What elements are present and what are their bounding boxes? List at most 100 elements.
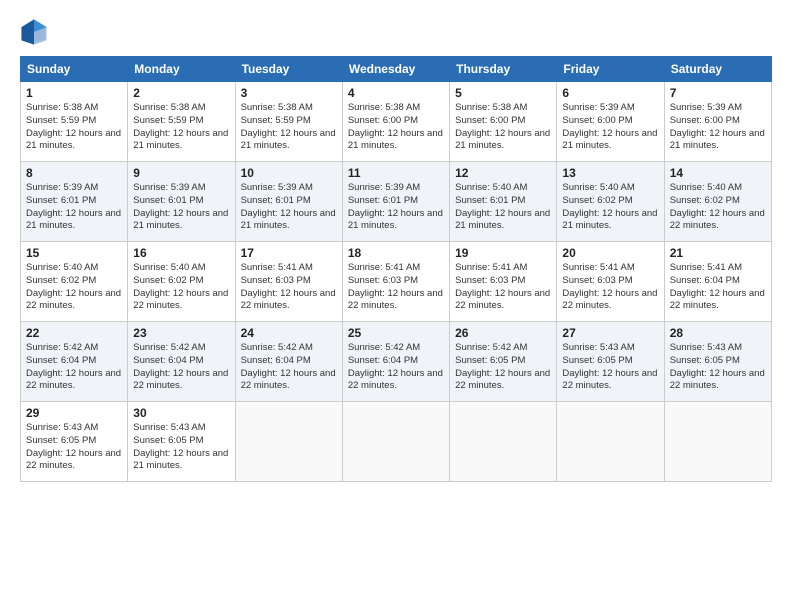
day-cell-12: 12 Sunrise: 5:40 AMSunset: 6:01 PMDayligh… [450, 162, 557, 242]
day-cell-1: 1 Sunrise: 5:38 AMSunset: 5:59 PMDaylight… [21, 82, 128, 162]
day-cell-18: 18 Sunrise: 5:41 AMSunset: 6:03 PMDayligh… [342, 242, 449, 322]
day-cell-3: 3 Sunrise: 5:38 AMSunset: 5:59 PMDaylight… [235, 82, 342, 162]
day-number: 22 [26, 326, 122, 340]
day-cell-13: 13 Sunrise: 5:40 AMSunset: 6:02 PMDayligh… [557, 162, 664, 242]
week-row-2: 8 Sunrise: 5:39 AMSunset: 6:01 PMDaylight… [21, 162, 772, 242]
day-info: Sunrise: 5:39 AMSunset: 6:01 PMDaylight:… [133, 182, 229, 233]
day-number: 2 [133, 86, 229, 100]
day-number: 24 [241, 326, 337, 340]
weekday-saturday: Saturday [664, 57, 771, 82]
day-info: Sunrise: 5:39 AMSunset: 6:01 PMDaylight:… [241, 182, 337, 233]
day-info: Sunrise: 5:43 AMSunset: 6:05 PMDaylight:… [133, 422, 229, 473]
day-number: 5 [455, 86, 551, 100]
day-cell-20: 20 Sunrise: 5:41 AMSunset: 6:03 PMDayligh… [557, 242, 664, 322]
day-cell-14: 14Sunrise: 5:40 AMSunset: 6:02 PMDayligh… [664, 162, 771, 242]
day-number: 28 [670, 326, 766, 340]
empty-cell [557, 402, 664, 482]
day-number: 27 [562, 326, 658, 340]
day-number: 9 [133, 166, 229, 180]
day-info: Sunrise: 5:38 AMSunset: 6:00 PMDaylight:… [348, 102, 444, 153]
day-cell-16: 16 Sunrise: 5:40 AMSunset: 6:02 PMDayligh… [128, 242, 235, 322]
day-info: Sunrise: 5:38 AMSunset: 6:00 PMDaylight:… [455, 102, 551, 153]
day-info: Sunrise: 5:39 AMSunset: 6:00 PMDaylight:… [670, 102, 766, 153]
day-info: Sunrise: 5:42 AMSunset: 6:05 PMDaylight:… [455, 342, 551, 393]
day-number: 30 [133, 406, 229, 420]
empty-cell [235, 402, 342, 482]
day-cell-27: 27 Sunrise: 5:43 AMSunset: 6:05 PMDayligh… [557, 322, 664, 402]
day-info: Sunrise: 5:39 AMSunset: 6:01 PMDaylight:… [26, 182, 122, 233]
day-info: Sunrise: 5:42 AMSunset: 6:04 PMDaylight:… [348, 342, 444, 393]
day-info: Sunrise: 5:41 AMSunset: 6:03 PMDaylight:… [562, 262, 658, 313]
day-info: Sunrise: 5:41 AMSunset: 6:03 PMDaylight:… [455, 262, 551, 313]
day-info: Sunrise: 5:43 AMSunset: 6:05 PMDaylight:… [670, 342, 766, 393]
page: SundayMondayTuesdayWednesdayThursdayFrid… [0, 0, 792, 612]
empty-cell [342, 402, 449, 482]
day-info: Sunrise: 5:43 AMSunset: 6:05 PMDaylight:… [26, 422, 122, 473]
day-number: 10 [241, 166, 337, 180]
day-cell-7: 7 Sunrise: 5:39 AMSunset: 6:00 PMDaylight… [664, 82, 771, 162]
day-number: 7 [670, 86, 766, 100]
day-info: Sunrise: 5:40 AMSunset: 6:02 PMDaylight:… [562, 182, 658, 233]
day-number: 23 [133, 326, 229, 340]
day-number: 25 [348, 326, 444, 340]
day-number: 16 [133, 246, 229, 260]
day-info: Sunrise: 5:42 AMSunset: 6:04 PMDaylight:… [241, 342, 337, 393]
day-number: 29 [26, 406, 122, 420]
day-number: 8 [26, 166, 122, 180]
day-info: Sunrise: 5:38 AMSunset: 5:59 PMDaylight:… [26, 102, 122, 153]
weekday-friday: Friday [557, 57, 664, 82]
day-info: Sunrise: 5:41 AMSunset: 6:03 PMDaylight:… [348, 262, 444, 313]
day-cell-22: 22 Sunrise: 5:42 AMSunset: 6:04 PMDayligh… [21, 322, 128, 402]
day-number: 18 [348, 246, 444, 260]
day-info: Sunrise: 5:42 AMSunset: 6:04 PMDaylight:… [133, 342, 229, 393]
day-number: 21 [670, 246, 766, 260]
day-info: Sunrise: 5:39 AMSunset: 6:00 PMDaylight:… [562, 102, 658, 153]
day-number: 3 [241, 86, 337, 100]
day-info: Sunrise: 5:40 AMSunset: 6:02 PMDaylight:… [26, 262, 122, 313]
day-number: 17 [241, 246, 337, 260]
day-number: 13 [562, 166, 658, 180]
empty-cell [450, 402, 557, 482]
day-cell-24: 24 Sunrise: 5:42 AMSunset: 6:04 PMDayligh… [235, 322, 342, 402]
day-number: 6 [562, 86, 658, 100]
calendar-table: SundayMondayTuesdayWednesdayThursdayFrid… [20, 56, 772, 482]
day-cell-8: 8 Sunrise: 5:39 AMSunset: 6:01 PMDaylight… [21, 162, 128, 242]
week-row-5: 29 Sunrise: 5:43 AMSunset: 6:05 PMDayligh… [21, 402, 772, 482]
day-cell-25: 25 Sunrise: 5:42 AMSunset: 6:04 PMDayligh… [342, 322, 449, 402]
day-info: Sunrise: 5:41 AMSunset: 6:04 PMDaylight:… [670, 262, 766, 313]
day-cell-30: 30 Sunrise: 5:43 AMSunset: 6:05 PMDayligh… [128, 402, 235, 482]
day-cell-9: 9 Sunrise: 5:39 AMSunset: 6:01 PMDaylight… [128, 162, 235, 242]
day-cell-17: 17 Sunrise: 5:41 AMSunset: 6:03 PMDayligh… [235, 242, 342, 322]
day-info: Sunrise: 5:43 AMSunset: 6:05 PMDaylight:… [562, 342, 658, 393]
day-cell-2: 2 Sunrise: 5:38 AMSunset: 5:59 PMDaylight… [128, 82, 235, 162]
day-cell-21: 21 Sunrise: 5:41 AMSunset: 6:04 PMDayligh… [664, 242, 771, 322]
day-number: 20 [562, 246, 658, 260]
day-cell-6: 6 Sunrise: 5:39 AMSunset: 6:00 PMDaylight… [557, 82, 664, 162]
day-info: Sunrise: 5:41 AMSunset: 6:03 PMDaylight:… [241, 262, 337, 313]
weekday-tuesday: Tuesday [235, 57, 342, 82]
day-number: 12 [455, 166, 551, 180]
weekday-monday: Monday [128, 57, 235, 82]
day-cell-28: 28 Sunrise: 5:43 AMSunset: 6:05 PMDayligh… [664, 322, 771, 402]
day-cell-26: 26 Sunrise: 5:42 AMSunset: 6:05 PMDayligh… [450, 322, 557, 402]
day-cell-29: 29 Sunrise: 5:43 AMSunset: 6:05 PMDayligh… [21, 402, 128, 482]
day-info: Sunrise: 5:40 AMSunset: 6:01 PMDaylight:… [455, 182, 551, 233]
day-cell-19: 19 Sunrise: 5:41 AMSunset: 6:03 PMDayligh… [450, 242, 557, 322]
day-number: 26 [455, 326, 551, 340]
day-info: Sunrise: 5:38 AMSunset: 5:59 PMDaylight:… [133, 102, 229, 153]
day-cell-4: 4Sunrise: 5:38 AMSunset: 6:00 PMDaylight… [342, 82, 449, 162]
day-cell-10: 10 Sunrise: 5:39 AMSunset: 6:01 PMDayligh… [235, 162, 342, 242]
header [20, 18, 772, 46]
day-number: 11 [348, 166, 444, 180]
weekday-sunday: Sunday [21, 57, 128, 82]
day-info: Sunrise: 5:39 AMSunset: 6:01 PMDaylight:… [348, 182, 444, 233]
day-info: Sunrise: 5:40 AMSunset: 6:02 PMDaylight:… [133, 262, 229, 313]
day-number: 1 [26, 86, 122, 100]
day-cell-15: 15Sunrise: 5:40 AMSunset: 6:02 PMDayligh… [21, 242, 128, 322]
logo [20, 18, 52, 46]
week-row-4: 22 Sunrise: 5:42 AMSunset: 6:04 PMDayligh… [21, 322, 772, 402]
day-info: Sunrise: 5:38 AMSunset: 5:59 PMDaylight:… [241, 102, 337, 153]
day-number: 19 [455, 246, 551, 260]
day-number: 14 [670, 166, 766, 180]
day-info: Sunrise: 5:42 AMSunset: 6:04 PMDaylight:… [26, 342, 122, 393]
